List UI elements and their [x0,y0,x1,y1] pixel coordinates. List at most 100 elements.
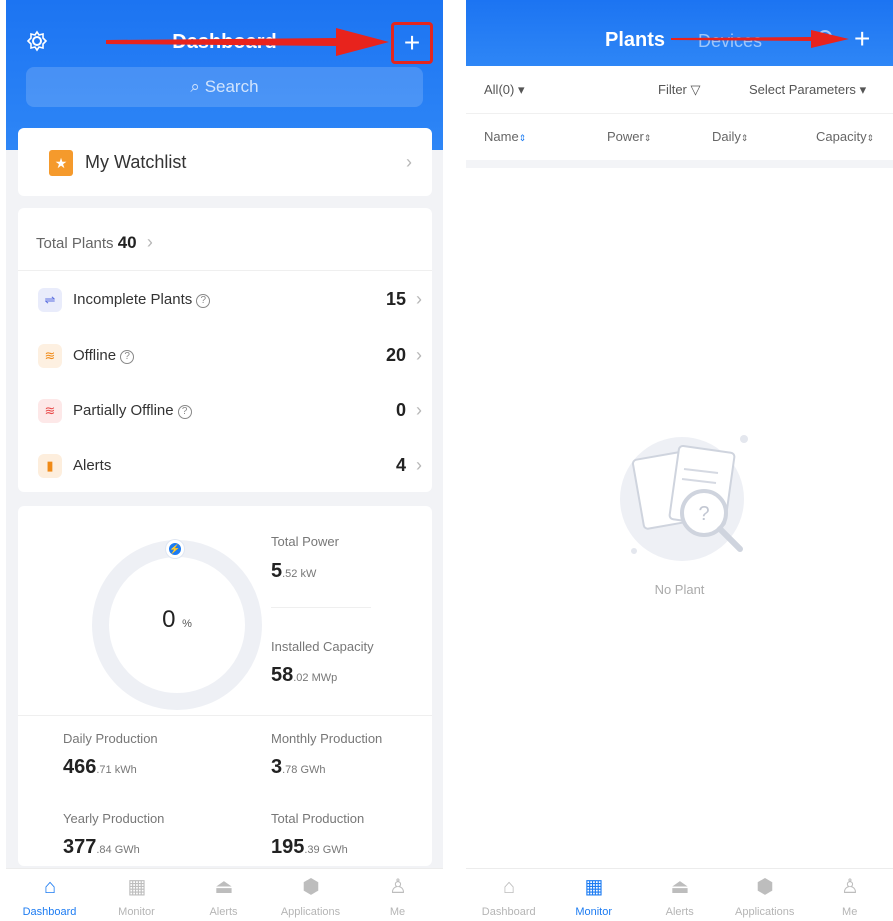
incomplete-value: 15 [385,289,406,309]
column-name: Name [484,129,519,144]
home-icon: ⌂ [502,876,516,898]
star-icon: ★ [49,150,73,176]
tab-monitor[interactable]: ▦ Monitor [551,869,636,921]
person-icon: ♙ [389,876,407,898]
sort-icon: ⇕ [740,133,749,143]
installed-capacity-label: Installed Capacity [271,639,374,654]
search-icon[interactable] [818,30,832,44]
add-plant-button[interactable]: + [854,22,870,56]
bottom-tab-bar: ⌂ Dashboard ▦ Monitor ⏏ Alerts ⬢ Applica… [466,868,893,921]
tab-devices[interactable]: Devices [698,31,762,52]
home-icon: ⌂ [43,876,57,898]
plants-summary-card: Total Plants 40 › ⇌ Incomplete Plants? 1… [18,208,432,492]
help-icon[interactable]: ? [120,350,135,364]
production-card: ⚡ 0 % Total Power 5.52 kW Installed Capa… [18,506,432,866]
plants-header: Plants Devices + [466,0,893,66]
tab-alerts[interactable]: ⏏ Alerts [637,869,722,921]
siren-icon: ⏏ [214,876,234,898]
tab-plants[interactable]: Plants [605,29,665,52]
yearly-production-value: 377.84 GWh [63,836,140,859]
plant-status-row-partially-offline[interactable]: ≋ Partially Offline? 0 › [18,391,432,431]
caret-down-icon: ▾ [517,82,525,97]
dashboard-screen: Dashboard + ⌕ Search ★ My Watchlist › To… [6,0,443,921]
offline-value: 20 [385,345,406,365]
alerts-label: Alerts [73,457,112,474]
installed-capacity-value: 58.02 MWp [271,664,337,687]
monthly-production-value: 3.78 GWh [271,756,326,779]
select-parameters-dropdown[interactable]: Select Parameters ▾ [749,82,866,98]
tab-me[interactable]: ♙ Me [807,869,892,921]
tab-dashboard[interactable]: ⌂ Dashboard [6,869,93,921]
column-power: Power [607,129,644,144]
search-input[interactable]: ⌕ Search [26,67,423,107]
total-power-int: 5 [271,560,283,582]
partially-offline-value: 0 [395,400,406,420]
person-icon: ♙ [841,876,859,898]
siren-icon: ⏏ [670,876,690,898]
row-label: Incomplete Plants? [73,291,211,308]
plant-status-row-alerts[interactable]: ▮ Alerts 4 › [18,446,432,486]
power-ratio: 0 % [92,606,262,634]
yearly-int: 377 [63,836,97,858]
tab-label: Me [842,906,858,918]
help-icon[interactable]: ? [196,294,211,308]
search-placeholder: Search [204,77,259,96]
sort-capacity[interactable]: Capacity⇕ [816,129,874,144]
sort-name[interactable]: Name⇕ [484,129,526,144]
column-header-bar: Name⇕ Power⇕ Daily⇕ Capacity⇕ [466,114,893,160]
plant-status-row-incomplete[interactable]: ⇌ Incomplete Plants? 15 › [18,280,432,320]
search-icon: ⌕ [190,77,200,96]
monthly-dec: .78 GWh [282,764,326,776]
monthly-int: 3 [271,756,283,778]
total-plants[interactable]: Total Plants 40 › [36,232,153,253]
chevron-right-icon: › [406,152,412,172]
sort-daily[interactable]: Daily⇕ [712,129,748,144]
tab-label: Applications [735,906,795,918]
installed-capacity-int: 58 [271,664,294,686]
daily-production-label: Daily Production [63,731,158,746]
daily-production-value: 466.71 kWh [63,756,137,779]
sort-icon: ⇕ [643,133,652,143]
column-daily: Daily [712,129,741,144]
tab-applications[interactable]: ⬢ Applications [722,869,807,921]
sort-power[interactable]: Power⇕ [607,129,651,144]
total-int: 195 [271,836,305,858]
total-production-label: Total Production [271,811,365,826]
caret-down-icon: ▾ [859,82,867,97]
divider [271,607,371,608]
total-production-value: 195.39 GWh [271,836,348,859]
tab-dashboard[interactable]: ⌂ Dashboard [466,869,551,921]
empty-state-text: No Plant [654,582,705,597]
sort-icon: ⇕ [866,133,875,143]
total-plants-value: 40 [117,233,137,252]
tab-monitor[interactable]: ▦ Monitor [93,869,180,921]
cube-icon: ⬢ [756,876,774,898]
wifi-orange-icon: ≋ [38,344,62,368]
monitor-icon: ▦ [127,876,147,898]
tab-applications[interactable]: ⬢ Applications [267,869,354,921]
filter-button[interactable]: Filter ▽ [658,82,701,98]
divider [466,160,893,168]
chevron-right-icon: › [146,232,153,252]
select-parameters-label: Select Parameters [749,82,856,97]
ratio-marker-icon: ⚡ [166,540,184,558]
power-ratio-value: 0 [162,606,176,633]
watchlist-card[interactable]: ★ My Watchlist › [18,128,432,196]
all-filter-dropdown[interactable]: All(0) ▾ [484,82,525,98]
plant-status-row-offline[interactable]: ≋ Offline? 20 › [18,336,432,376]
installed-capacity-dec: .02 MWp [293,672,338,684]
tab-me[interactable]: ♙ Me [354,869,441,921]
total-power-value: 5.52 kW [271,560,316,583]
add-plant-button[interactable]: + [391,22,433,64]
help-icon[interactable]: ? [177,405,192,419]
divider [18,715,432,716]
tab-alerts[interactable]: ⏏ Alerts [180,869,267,921]
tab-label: Alerts [209,906,238,918]
tab-label: Monitor [575,906,613,918]
plant-split-icon: ⇌ [38,288,62,312]
partially-offline-label: Partially Offline [73,402,174,419]
alerts-value: 4 [395,455,406,475]
bottom-tab-bar: ⌂ Dashboard ▦ Monitor ⏏ Alerts ⬢ Applica… [6,868,443,921]
total-power-dec: .52 kW [282,568,317,580]
filter-bar: All(0) ▾ Filter ▽ Select Parameters ▾ [466,66,893,114]
